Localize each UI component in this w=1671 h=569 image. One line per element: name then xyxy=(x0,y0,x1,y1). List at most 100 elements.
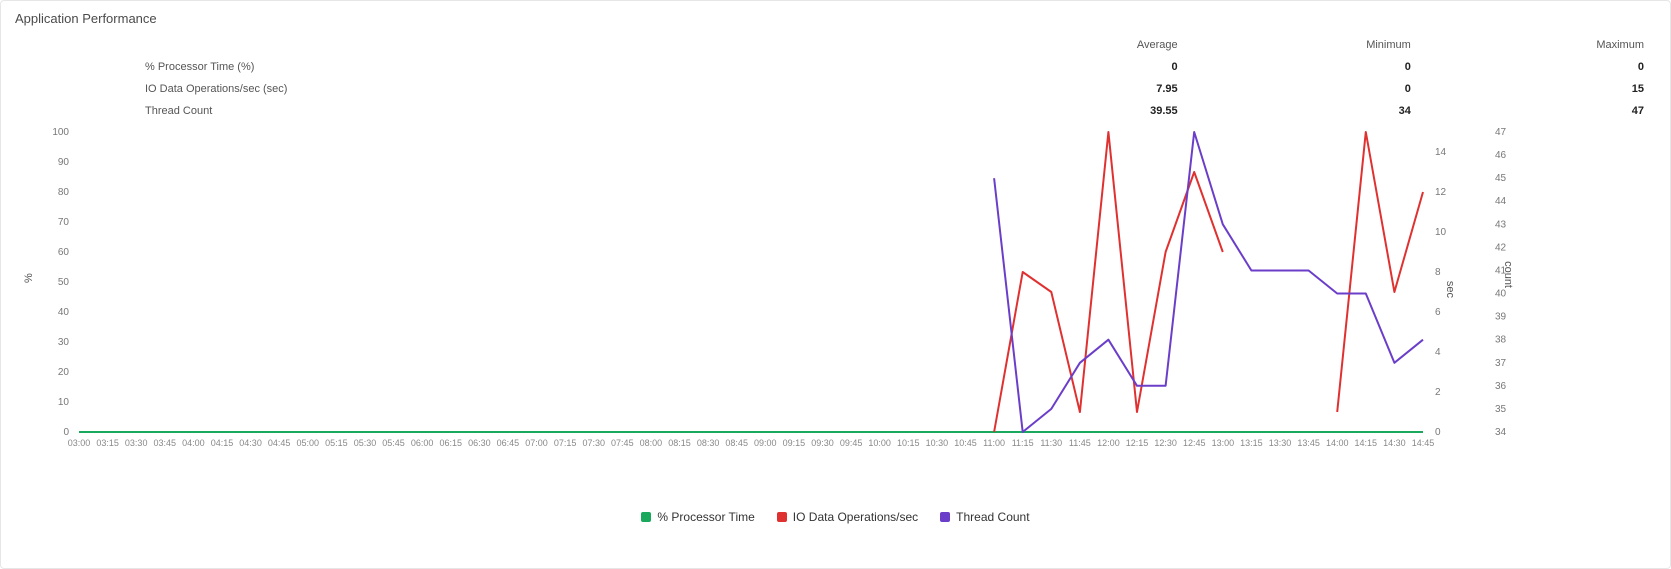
legend-swatch-io xyxy=(777,512,787,522)
svg-text:43: 43 xyxy=(1495,219,1507,230)
svg-text:06:15: 06:15 xyxy=(439,438,462,448)
svg-text:03:15: 03:15 xyxy=(96,438,119,448)
svg-text:30: 30 xyxy=(58,337,70,348)
svg-text:40: 40 xyxy=(1495,289,1507,300)
svg-text:08:15: 08:15 xyxy=(668,438,691,448)
svg-text:39: 39 xyxy=(1495,312,1507,323)
legend-label-io: IO Data Operations/sec xyxy=(793,510,918,524)
svg-text:8: 8 xyxy=(1435,267,1441,278)
legend-label-proc: % Processor Time xyxy=(657,510,754,524)
stats-header-row: Average Minimum Maximum xyxy=(15,34,1656,56)
svg-text:37: 37 xyxy=(1495,358,1507,369)
svg-text:90: 90 xyxy=(58,157,70,168)
svg-text:12: 12 xyxy=(1435,187,1447,198)
svg-text:14:00: 14:00 xyxy=(1326,438,1349,448)
legend-swatch-proc xyxy=(641,512,651,522)
svg-text:12:30: 12:30 xyxy=(1154,438,1177,448)
svg-text:13:45: 13:45 xyxy=(1297,438,1320,448)
svg-text:03:45: 03:45 xyxy=(154,438,177,448)
svg-text:50: 50 xyxy=(58,277,70,288)
svg-text:70: 70 xyxy=(58,217,70,228)
svg-text:4: 4 xyxy=(1435,347,1441,358)
svg-text:06:45: 06:45 xyxy=(497,438,520,448)
svg-text:04:45: 04:45 xyxy=(268,438,291,448)
legend-swatch-thread xyxy=(940,512,950,522)
svg-text:20: 20 xyxy=(58,367,70,378)
y-left-axis-title: % xyxy=(23,273,35,283)
svg-text:07:00: 07:00 xyxy=(525,438,548,448)
svg-text:10:30: 10:30 xyxy=(926,438,949,448)
svg-text:11:45: 11:45 xyxy=(1069,438,1091,448)
legend-item-io[interactable]: IO Data Operations/sec xyxy=(777,510,918,524)
svg-text:06:00: 06:00 xyxy=(411,438,434,448)
svg-text:100: 100 xyxy=(52,128,69,138)
svg-text:10:15: 10:15 xyxy=(897,438,920,448)
svg-text:38: 38 xyxy=(1495,335,1507,346)
svg-text:08:30: 08:30 xyxy=(697,438,720,448)
svg-text:14:45: 14:45 xyxy=(1412,438,1435,448)
svg-text:03:30: 03:30 xyxy=(125,438,148,448)
svg-text:09:30: 09:30 xyxy=(811,438,834,448)
svg-text:07:45: 07:45 xyxy=(611,438,634,448)
stats-row-proc: % Processor Time (%) 0 0 0 xyxy=(15,56,1656,78)
svg-text:40: 40 xyxy=(58,307,70,318)
y-right2-axis-title: count xyxy=(1502,261,1514,288)
svg-text:09:15: 09:15 xyxy=(783,438,806,448)
legend: % Processor Time IO Data Operations/sec … xyxy=(15,510,1656,524)
svg-text:12:15: 12:15 xyxy=(1126,438,1149,448)
svg-text:34: 34 xyxy=(1495,427,1507,438)
svg-text:04:30: 04:30 xyxy=(239,438,262,448)
stats-name: Thread Count xyxy=(15,100,957,122)
col-minimum: Minimum xyxy=(1190,34,1423,56)
app-performance-panel: Application Performance Average Minimum … xyxy=(0,0,1671,569)
stats-row-io: IO Data Operations/sec (sec) 7.95 0 15 xyxy=(15,78,1656,100)
stats-name: IO Data Operations/sec (sec) xyxy=(15,78,957,100)
svg-text:13:30: 13:30 xyxy=(1269,438,1292,448)
svg-text:08:45: 08:45 xyxy=(725,438,748,448)
svg-text:13:15: 13:15 xyxy=(1240,438,1263,448)
chart: % sec count 0102030405060708090100024681… xyxy=(15,128,1656,488)
svg-text:44: 44 xyxy=(1495,196,1507,207)
svg-text:42: 42 xyxy=(1495,242,1507,253)
svg-text:80: 80 xyxy=(58,187,70,198)
svg-text:09:45: 09:45 xyxy=(840,438,863,448)
svg-text:04:15: 04:15 xyxy=(211,438,234,448)
svg-text:07:15: 07:15 xyxy=(554,438,577,448)
svg-text:10:45: 10:45 xyxy=(954,438,977,448)
svg-text:11:15: 11:15 xyxy=(1012,438,1034,448)
svg-text:05:45: 05:45 xyxy=(382,438,405,448)
svg-text:07:30: 07:30 xyxy=(582,438,605,448)
svg-text:46: 46 xyxy=(1495,150,1507,161)
svg-text:14: 14 xyxy=(1435,147,1447,158)
svg-text:13:00: 13:00 xyxy=(1212,438,1235,448)
svg-text:47: 47 xyxy=(1495,128,1507,138)
svg-text:03:00: 03:00 xyxy=(68,438,91,448)
svg-text:12:45: 12:45 xyxy=(1183,438,1206,448)
legend-label-thread: Thread Count xyxy=(956,510,1029,524)
col-maximum: Maximum xyxy=(1423,34,1656,56)
svg-text:14:15: 14:15 xyxy=(1355,438,1378,448)
stats-row-thread: Thread Count 39.55 34 47 xyxy=(15,100,1656,122)
legend-item-proc[interactable]: % Processor Time xyxy=(641,510,754,524)
svg-text:10:00: 10:00 xyxy=(868,438,891,448)
legend-item-thread[interactable]: Thread Count xyxy=(940,510,1029,524)
chart-svg: 0102030405060708090100024681012143435363… xyxy=(15,128,1655,468)
svg-text:45: 45 xyxy=(1495,173,1507,184)
svg-text:60: 60 xyxy=(58,247,70,258)
col-average: Average xyxy=(957,34,1190,56)
panel-title: Application Performance xyxy=(15,11,1656,34)
svg-text:35: 35 xyxy=(1495,404,1507,415)
svg-text:05:00: 05:00 xyxy=(297,438,320,448)
svg-text:0: 0 xyxy=(63,427,69,438)
svg-text:36: 36 xyxy=(1495,381,1507,392)
stats-name: % Processor Time (%) xyxy=(15,56,957,78)
y-right1-axis-title: sec xyxy=(1444,281,1456,298)
svg-text:06:30: 06:30 xyxy=(468,438,491,448)
svg-text:12:00: 12:00 xyxy=(1097,438,1120,448)
svg-text:2: 2 xyxy=(1435,387,1441,398)
stats-table: Average Minimum Maximum % Processor Time… xyxy=(15,34,1656,122)
svg-text:05:15: 05:15 xyxy=(325,438,348,448)
svg-text:10: 10 xyxy=(1435,227,1447,238)
svg-text:10: 10 xyxy=(58,397,70,408)
svg-text:05:30: 05:30 xyxy=(354,438,377,448)
